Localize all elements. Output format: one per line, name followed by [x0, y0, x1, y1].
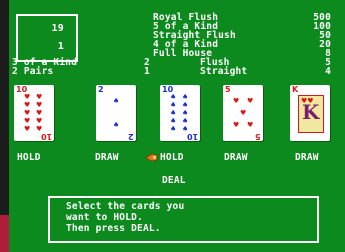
- card-rank: 10: [186, 132, 198, 141]
- hold-toggle-card-5[interactable]: DRAW: [295, 153, 319, 163]
- game-screen: 19 1 Royal Flush 500 5 of a Kind 100 Str…: [0, 0, 345, 252]
- message-line: Select the cards you: [66, 201, 185, 212]
- paytable-payout: 1: [144, 66, 150, 77]
- paytable-hand: Straight: [200, 66, 248, 77]
- message-line: Then press DEAL.: [66, 223, 161, 234]
- card-1[interactable]: 10 ♥ ♥ ♥ ♥ ♥ ♥ ♥ ♥ ♥ ♥ 10: [14, 85, 54, 141]
- card-rank: 5: [225, 85, 231, 94]
- card-5[interactable]: K ♥♥ K: [290, 85, 330, 141]
- card-rank: K: [302, 100, 320, 124]
- pointing-hand-cursor-icon: [146, 153, 158, 162]
- card-2[interactable]: 2 ♠ ♠ 2: [96, 85, 136, 141]
- bet-value: 1: [57, 41, 64, 52]
- heart-pips-icon: ♥ ♥ ♥ ♥ ♥ ♥ ♥ ♥ ♥ ♥: [24, 93, 43, 133]
- message-box: Select the cards you want to HOLD. Then …: [48, 196, 319, 243]
- card-rank: 2: [98, 85, 104, 94]
- card-4[interactable]: 5 ♥ ♥ ♥ ♥ ♥ 5: [223, 85, 263, 141]
- card-rank: K: [292, 85, 299, 94]
- credits-box: 19 1: [16, 14, 78, 62]
- message-line: want to HOLD.: [66, 212, 143, 223]
- paytable-payout: 4: [325, 66, 331, 77]
- card-rank: 5: [255, 132, 261, 141]
- hold-toggle-card-4[interactable]: DRAW: [224, 153, 248, 163]
- deal-button[interactable]: DEAL: [162, 176, 186, 186]
- card-rank: 2: [128, 132, 134, 141]
- left-border-accent: [0, 215, 9, 252]
- spade-pips-icon: ♠ ♠: [113, 97, 120, 129]
- hold-toggle-card-2[interactable]: DRAW: [95, 153, 119, 163]
- heart-pips-icon: ♥ ♥ ♥ ♥ ♥: [233, 97, 254, 129]
- spade-pips-icon: ♠ ♠ ♠ ♠ ♠ ♠ ♠ ♠ ♠ ♠: [170, 93, 189, 133]
- credits-value: 19: [51, 23, 64, 34]
- hold-toggle-card-1[interactable]: HOLD: [17, 153, 41, 163]
- card-3[interactable]: 10 ♠ ♠ ♠ ♠ ♠ ♠ ♠ ♠ ♠ ♠ 10: [160, 85, 200, 141]
- hold-toggle-card-3[interactable]: HOLD: [160, 153, 184, 163]
- paytable-hand: 2 Pairs: [12, 66, 54, 77]
- card-rank: 10: [40, 132, 52, 141]
- king-portrait-icon: ♥♥ K: [298, 95, 324, 133]
